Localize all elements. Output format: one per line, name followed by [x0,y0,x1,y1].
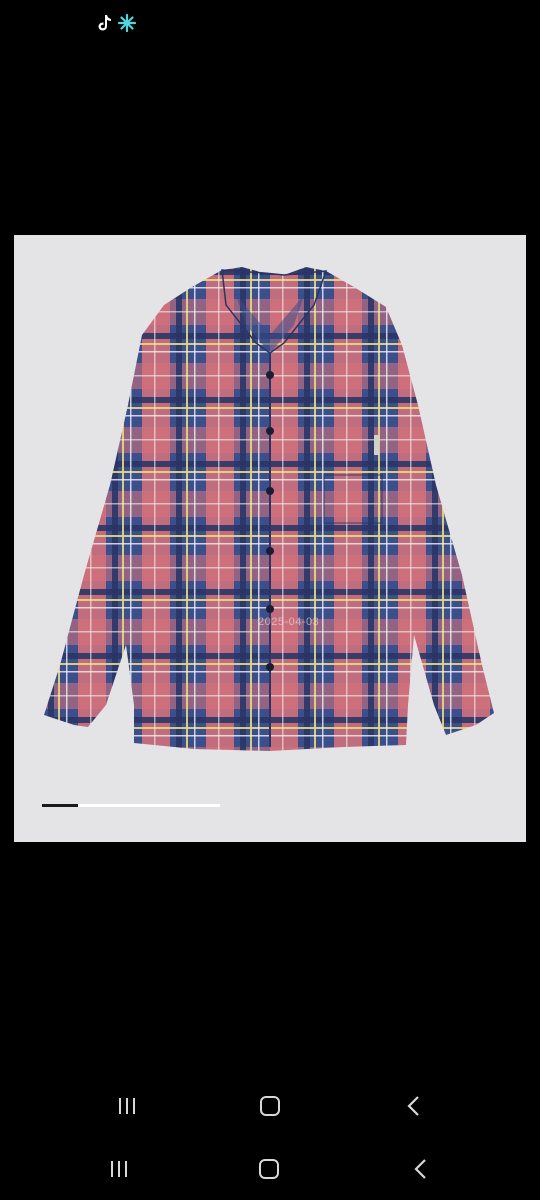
back-icon[interactable] [403,1153,439,1185]
home-icon[interactable] [252,1090,288,1122]
home-icon[interactable] [251,1153,287,1185]
tiktok-icon [93,12,115,34]
image-progress-fill [42,804,78,807]
image-viewer[interactable]: 2025-04-03 [14,235,526,842]
watermark: 2025-04-03 [258,616,319,628]
recent-apps-icon[interactable] [109,1090,145,1122]
shirt-image: 2025-04-03 [44,267,494,751]
back-icon[interactable] [396,1090,432,1122]
nav-bar-lower [0,1139,540,1199]
sparkle-icon [116,12,138,34]
image-progress-track [42,804,220,807]
recent-apps-icon[interactable] [101,1153,137,1185]
nav-bar-upper [0,1076,540,1136]
status-bar [0,0,540,48]
